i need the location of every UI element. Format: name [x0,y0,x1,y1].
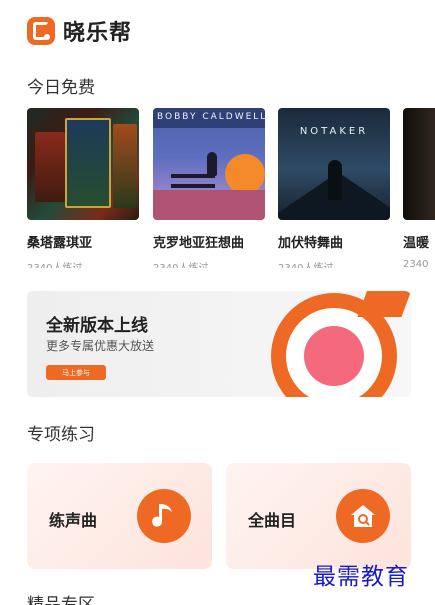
song-name: 桑塔露琪亚 [27,236,93,251]
song-name: 加伏特舞曲 [278,236,344,251]
song-card[interactable]: 桑塔露琪亚 2340人练过 [27,108,139,268]
song-practice-count: 2340人练过 [278,259,390,268]
song-name: 温暖 [403,236,430,251]
song-practice-count: 2340 [403,259,429,268]
song-cover[interactable] [403,108,435,220]
song-cover[interactable] [27,108,139,220]
app-logo-icon [27,17,55,45]
song-cover[interactable]: BOBBY CALDWELL [153,108,265,220]
practice-card-vocal-songs[interactable]: 练声曲 [27,463,212,569]
card-label: 全曲目 [248,511,297,530]
music-note-icon [137,489,191,543]
free-songs-carousel[interactable]: 桑塔露琪亚 2340人练过 BOBBY CALDWELL 克罗地亚狂想曲 234… [27,108,435,268]
section-title-free-today: 今日免费 [27,78,95,98]
cover-artist-text: NOTAKER [299,126,369,137]
song-card[interactable]: 温暖 2340 [403,108,435,268]
banner-title: 全新版本上线 [46,316,148,336]
banner-subtitle: 更多专属优惠大放送 [46,339,155,353]
song-practice-count: 2340人练过 [153,259,265,268]
song-card[interactable]: BOBBY CALDWELL 克罗地亚狂想曲 2340人练过 [153,108,265,268]
section-title-featured: 精品专区 [27,595,95,605]
watermark-text: 最需教育 [313,564,409,590]
cover-artist-text: BOBBY CALDWELL [153,108,265,128]
song-name: 克罗地亚狂想曲 [153,236,245,251]
banner-flag-decoration [357,291,411,317]
home-icon [336,489,390,543]
song-practice-count: 2340人练过 [27,259,139,268]
song-cover[interactable]: NOTAKER [278,108,390,220]
card-label: 练声曲 [49,511,98,530]
app-title: 晓乐帮 [63,21,133,46]
practice-card-full-repertoire[interactable]: 全曲目 [226,463,411,569]
promo-banner[interactable]: 全新版本上线 更多专属优惠大放送 马上参与 [27,291,411,397]
join-now-button[interactable]: 马上参与 [46,365,106,380]
section-title-practice: 专项练习 [27,425,95,445]
app-header: 晓乐帮 [27,16,132,46]
song-card[interactable]: NOTAKER 加伏特舞曲 2340人练过 [278,108,390,268]
